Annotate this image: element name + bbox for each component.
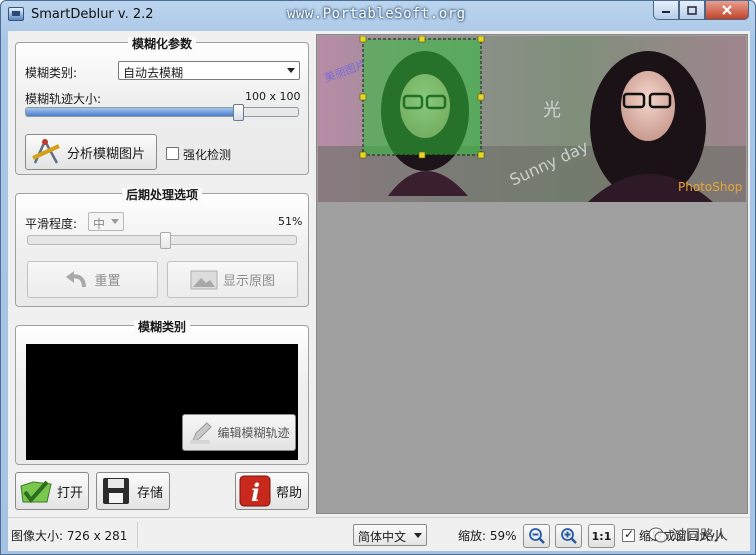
blur-type-value: 自动去模糊 (123, 66, 184, 80)
edit-blur-path-button[interactable]: 编辑模糊轨迹 (182, 414, 296, 451)
blur-type-select[interactable]: 自动去模糊 (118, 61, 300, 80)
minimize-button[interactable] (653, 1, 679, 20)
edit-blur-path-label: 编辑模糊轨迹 (217, 426, 290, 440)
open-label: 打开 (57, 485, 84, 501)
minimize-icon (662, 11, 670, 13)
language-value: 简体中文 (358, 530, 407, 544)
watermark-url: www.PortableSoft.org (287, 6, 466, 22)
fit-window-checkbox[interactable] (622, 527, 635, 542)
title-bar[interactable]: SmartDeblur v. 2.2 www.PortableSoft.org (1, 1, 755, 29)
actual-size-button[interactable]: 1:1 (588, 524, 615, 548)
pencil-icon (190, 421, 213, 444)
zoom-in-button[interactable] (555, 524, 582, 548)
undo-arrow-icon (66, 270, 87, 287)
save-button[interactable]: 存储 (96, 472, 170, 510)
blur-size-readout: 100 x 100 (245, 90, 301, 103)
info-icon: i (239, 475, 271, 507)
blur-size-fill (26, 108, 239, 116)
post-process-title: 后期处理选项 (121, 188, 202, 202)
chevron-down-icon (111, 219, 119, 224)
picture-icon (190, 270, 218, 289)
post-process-group: 后期处理选项 平滑程度: 中 51% 重置 显示原图 (15, 188, 309, 307)
zoom-in-icon (560, 528, 577, 544)
blur-type-label: 模糊类别: (25, 66, 78, 80)
strengthen-checkbox[interactable] (166, 147, 179, 160)
strengthen-label: 强化检测 (183, 148, 232, 162)
show-original-label: 显示原图 (222, 274, 275, 289)
svg-text:PhotoShop: PhotoShop (678, 180, 742, 194)
help-label: 帮助 (276, 485, 303, 501)
reset-button[interactable]: 重置 (27, 261, 158, 298)
smooth-value: 中 (93, 217, 106, 231)
close-icon (722, 5, 732, 15)
zoom-out-icon (528, 528, 545, 544)
blur-kind-group: 模糊类别 编辑模糊轨迹 (15, 320, 309, 465)
client-area: 模糊化参数 模糊类别: 自动去模糊 模糊轨迹大小: 100 x 100 分析模糊… (8, 31, 750, 551)
analyze-blur-button[interactable]: 分析模糊图片 (25, 134, 157, 170)
compass-ruler-icon (32, 138, 60, 164)
smooth-select[interactable]: 中 (88, 212, 124, 231)
reset-label: 重置 (94, 274, 121, 289)
floppy-disk-icon (103, 478, 129, 504)
analyze-blur-label: 分析模糊图片 (67, 146, 146, 162)
smooth-percent: 51% (278, 215, 303, 228)
blur-kind-title: 模糊类别 (133, 320, 190, 334)
maximize-button[interactable] (679, 1, 705, 20)
show-original-button[interactable]: 显示原图 (167, 261, 298, 298)
brand-overlay-text: 过同路人 (672, 528, 728, 544)
chat-bubble-icon (648, 527, 668, 543)
help-button[interactable]: i 帮助 (235, 472, 309, 510)
maximize-icon (687, 5, 697, 15)
image-size-text: 图像大小: 726 x 281 (11, 529, 128, 543)
brand-overlay: 过同路人 (648, 521, 746, 549)
language-select[interactable]: 简体中文 (353, 524, 427, 546)
svg-text:光: 光 (543, 100, 561, 121)
chevron-down-icon (287, 68, 295, 73)
app-window: SmartDeblur v. 2.2 www.PortableSoft.org … (0, 0, 756, 555)
status-bar: 图像大小: 726 x 281 简体中文 缩放: 59% 1:1 ✓ 缩放成窗口… (8, 517, 750, 551)
blur-size-thumb[interactable] (233, 104, 245, 121)
folder-open-icon (20, 480, 52, 504)
svg-text:i: i (251, 478, 260, 507)
actual-size-label: 1:1 (591, 529, 612, 543)
open-button[interactable]: 打开 (15, 472, 89, 510)
zoom-readout: 缩放: 59% (458, 529, 517, 543)
blur-size-slider[interactable] (25, 104, 299, 121)
image-canvas[interactable]: 美丽图片 Sunny day 光 PhotoShop (316, 34, 748, 514)
window-title: SmartDeblur v. 2.2 (31, 7, 154, 22)
app-icon (8, 7, 24, 21)
save-label: 存储 (137, 485, 164, 501)
smooth-slider[interactable] (27, 232, 297, 249)
loaded-photo: 美丽图片 Sunny day 光 PhotoShop (318, 36, 746, 202)
chevron-down-icon (414, 533, 422, 538)
blur-params-group: 模糊化参数 模糊类别: 自动去模糊 模糊轨迹大小: 100 x 100 分析模糊… (15, 37, 309, 175)
blur-size-label: 模糊轨迹大小: (25, 92, 102, 106)
close-button[interactable] (705, 1, 749, 20)
smooth-thumb[interactable] (159, 232, 171, 249)
blur-params-title: 模糊化参数 (127, 37, 196, 51)
zoom-out-button[interactable] (523, 524, 550, 548)
smooth-label: 平滑程度: (25, 217, 78, 231)
